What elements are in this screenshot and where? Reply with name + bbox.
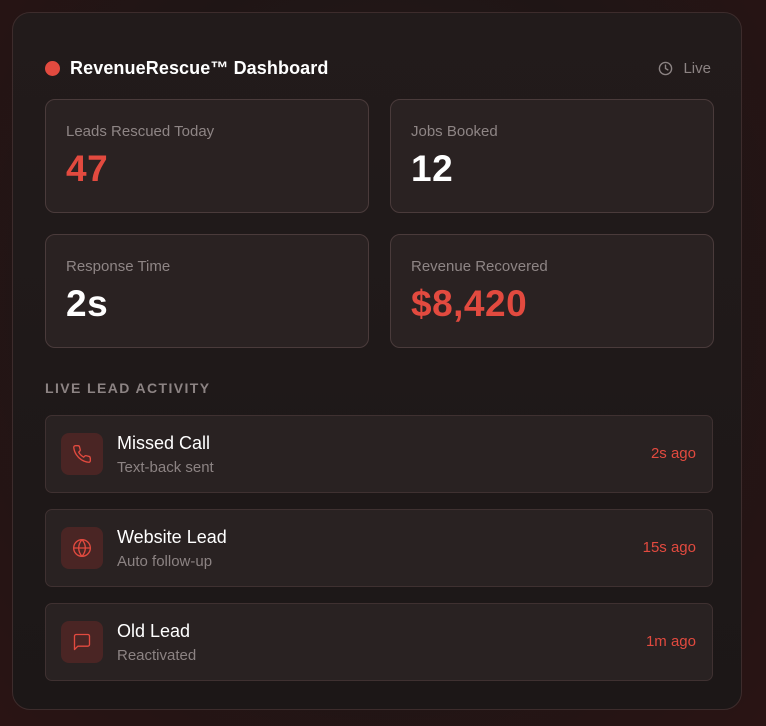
stat-label: Revenue Recovered bbox=[411, 258, 548, 275]
activity-time: 1m ago bbox=[645, 633, 696, 650]
stat-card-response-time: Response Time 2s bbox=[45, 234, 369, 348]
activity-time: 15s ago bbox=[642, 539, 696, 556]
stat-label: Leads Rescued Today bbox=[66, 123, 215, 140]
live-status-label: Live bbox=[683, 59, 711, 77]
section-title-live-activity: LIVE LEAD ACTIVITY bbox=[45, 380, 211, 396]
activity-name: Website Lead bbox=[117, 527, 227, 547]
stat-card-revenue-recovered: Revenue Recovered $8,420 bbox=[390, 234, 714, 348]
activity-item-website-lead[interactable]: Website Lead Auto follow-up 15s ago bbox=[45, 509, 713, 587]
activity-icon-box bbox=[61, 621, 103, 663]
message-icon bbox=[73, 633, 91, 651]
stat-card-jobs-booked: Jobs Booked 12 bbox=[390, 99, 714, 213]
activity-name: Old Lead bbox=[117, 621, 191, 641]
dashboard-title: RevenueRescue™ Dashboard bbox=[70, 57, 329, 78]
activity-detail: Text-back sent bbox=[117, 459, 214, 476]
dashboard-card: RevenueRescue™ Dashboard Live Leads Resc… bbox=[12, 12, 742, 710]
stat-value: 12 bbox=[411, 148, 454, 189]
activity-time: 2s ago bbox=[650, 445, 696, 462]
activity-detail: Reactivated bbox=[117, 647, 197, 664]
stat-value: 47 bbox=[66, 148, 109, 189]
stat-label: Response Time bbox=[66, 258, 171, 275]
activity-icon-box bbox=[61, 527, 103, 569]
activity-item-missed-call[interactable]: Missed Call Text-back sent 2s ago bbox=[45, 415, 713, 493]
activity-name: Missed Call bbox=[117, 433, 211, 453]
live-indicator-dot bbox=[45, 60, 60, 76]
activity-detail: Auto follow-up bbox=[117, 553, 213, 570]
title-group: RevenueRescue™ Dashboard bbox=[45, 58, 329, 79]
globe-icon bbox=[73, 539, 92, 557]
clock-icon bbox=[659, 61, 673, 75]
phone-icon bbox=[73, 444, 92, 463]
stat-label: Jobs Booked bbox=[411, 123, 498, 140]
dashboard-header: RevenueRescue™ Dashboard Live bbox=[45, 55, 711, 81]
stat-value: 2s bbox=[66, 283, 109, 324]
stat-card-leads-rescued: Leads Rescued Today 47 bbox=[45, 99, 369, 213]
live-status: Live bbox=[658, 60, 711, 77]
stat-value: $8,420 bbox=[411, 283, 528, 324]
activity-icon-box bbox=[61, 433, 103, 475]
activity-item-old-lead[interactable]: Old Lead Reactivated 1m ago bbox=[45, 603, 713, 681]
